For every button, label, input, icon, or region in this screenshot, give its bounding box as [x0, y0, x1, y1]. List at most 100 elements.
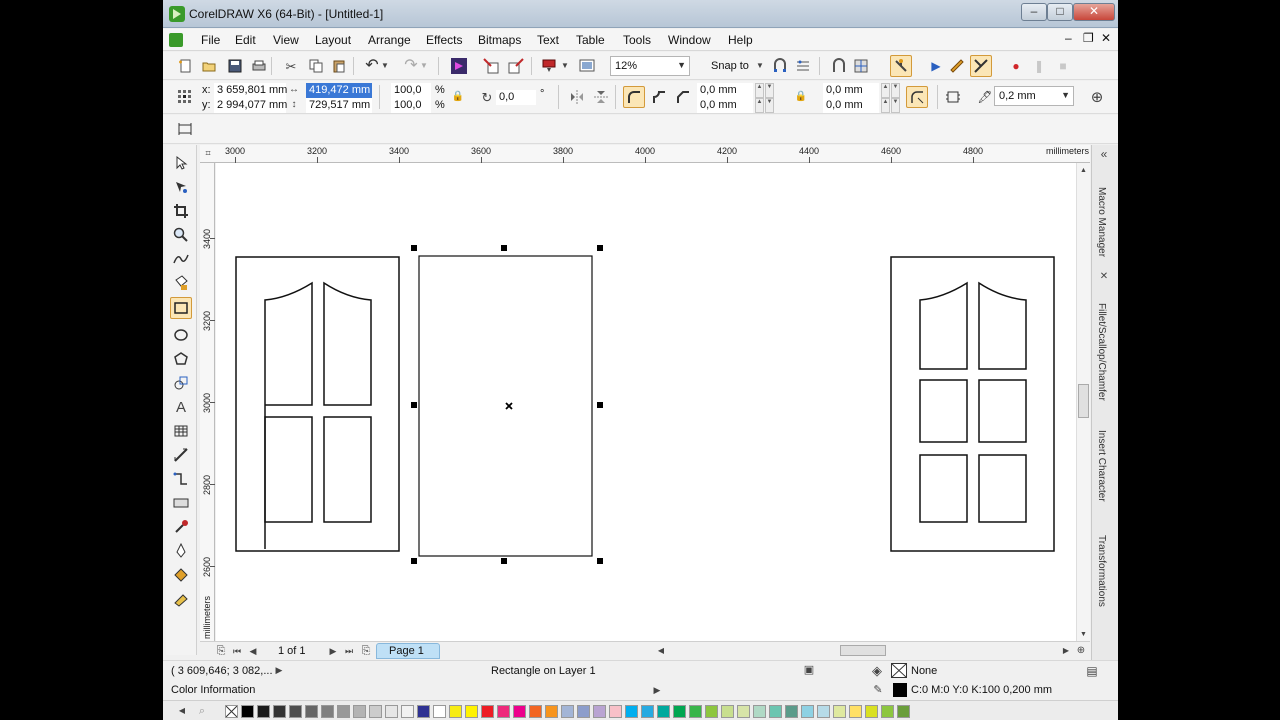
horizontal-scroll-thumb[interactable] [840, 645, 886, 656]
color-swatch[interactable] [417, 705, 430, 718]
coreldraw-app-icon[interactable] [169, 6, 185, 22]
horizontal-ruler[interactable]: ⌗ 3000 3200 3400 3600 3800 4000 4200 440… [200, 145, 1090, 163]
color-swatch[interactable] [369, 705, 382, 718]
freehand-tool-icon[interactable] [171, 249, 191, 269]
corner-radius-top-right[interactable]: 0,0 mm [823, 83, 879, 98]
menu-view[interactable]: View [273, 33, 299, 47]
macro-editor-icon[interactable] [947, 56, 967, 76]
mirror-horizontal-icon[interactable] [567, 87, 587, 107]
color-swatch[interactable] [273, 705, 286, 718]
stop-macro-icon[interactable]: ■ [1053, 56, 1073, 76]
color-swatch[interactable] [401, 705, 414, 718]
scroll-down-icon[interactable]: ▼ [1077, 627, 1090, 641]
eyedropper-tool-icon[interactable] [171, 517, 191, 537]
outline-color-swatch[interactable] [893, 683, 907, 697]
color-swatch[interactable] [545, 705, 558, 718]
doc-restore-button[interactable]: ❐ [1083, 31, 1094, 45]
minimize-button[interactable]: – [1021, 3, 1047, 21]
redo-dropdown-icon[interactable]: ▼ [418, 56, 430, 76]
undo-dropdown-icon[interactable]: ▼ [379, 56, 391, 76]
menu-arrange[interactable]: Arrange [368, 33, 411, 47]
first-page-icon[interactable]: ⏮ [230, 642, 244, 660]
spin-down-icon[interactable]: ▼ [765, 98, 774, 113]
polygon-tool-icon[interactable] [171, 349, 191, 369]
color-swatch[interactable] [385, 705, 398, 718]
spin-up-icon[interactable]: ▲ [881, 83, 890, 98]
palette-scroll-left-icon[interactable]: ◀ [175, 703, 189, 719]
spin-down-icon[interactable]: ▼ [891, 98, 900, 113]
color-swatch[interactable] [753, 705, 766, 718]
macro-manager-icon[interactable] [970, 55, 992, 77]
crop-tool-icon[interactable] [171, 201, 191, 221]
spin-down-icon[interactable]: ▼ [765, 83, 774, 98]
mirror-vertical-icon[interactable] [591, 87, 611, 107]
add-page-after-icon[interactable]: ⎘ [358, 642, 374, 660]
y-position-field[interactable]: 2 994,077 mm [214, 98, 287, 113]
add-page-before-icon[interactable]: ⎘ [213, 642, 229, 660]
color-swatch[interactable] [289, 705, 302, 718]
vertical-ruler[interactable]: 3400 3200 3000 2800 2600 millimeters [200, 163, 215, 641]
color-swatch[interactable] [833, 705, 846, 718]
interactive-fill-tool-icon[interactable] [171, 589, 191, 609]
corner-radius-bottom-right[interactable]: 0,0 mm [823, 98, 879, 113]
close-button[interactable]: ✕ [1073, 3, 1115, 21]
no-fill-swatch[interactable] [891, 663, 907, 678]
ruler-origin-icon[interactable]: ⌗ [201, 146, 215, 160]
collapse-dockers-icon[interactable]: « [1096, 147, 1112, 161]
status-icon[interactable]: ▣ [801, 662, 817, 678]
color-swatch[interactable] [241, 705, 254, 718]
color-swatch[interactable] [513, 705, 526, 718]
scroll-up-icon[interactable]: ▲ [1077, 163, 1090, 177]
color-swatch[interactable] [337, 705, 350, 718]
snap-options-icon[interactable] [770, 56, 790, 76]
vertical-scroll-thumb[interactable] [1078, 384, 1089, 418]
print-icon[interactable] [249, 56, 269, 76]
color-swatch[interactable] [465, 705, 478, 718]
color-swatch[interactable] [561, 705, 574, 718]
outline-width-select[interactable]: 0,2 mm ▼ [994, 86, 1074, 106]
navigator-zoom-icon[interactable]: ⊕ [1074, 642, 1088, 660]
copy-icon[interactable] [306, 56, 326, 76]
door-right[interactable] [890, 256, 1055, 552]
convert-to-curves-icon[interactable]: ⊕ [1087, 87, 1107, 107]
maximize-button[interactable]: □ [1047, 3, 1073, 21]
lock-corners-icon[interactable]: 🔒 [791, 87, 811, 107]
smart-fill-tool-icon[interactable] [171, 273, 191, 293]
eyedropper-icon[interactable]: ⌕ [195, 703, 209, 719]
corner-radius-bottom-left[interactable]: 0,0 mm [697, 98, 753, 113]
color-swatch[interactable] [721, 705, 734, 718]
page-tab[interactable]: Page 1 [376, 643, 440, 659]
round-corner-icon[interactable] [623, 86, 645, 108]
height-field[interactable]: 729,517 mm [306, 98, 372, 113]
no-color-swatch[interactable] [225, 705, 238, 718]
basic-shapes-tool-icon[interactable] [171, 373, 191, 393]
import-icon[interactable] [481, 56, 501, 76]
cut-icon[interactable]: ✂ [281, 56, 301, 76]
color-swatch[interactable] [257, 705, 270, 718]
full-screen-preview-icon[interactable] [577, 56, 597, 76]
color-swatch[interactable] [769, 705, 782, 718]
width-field[interactable]: 419,472 mm [306, 83, 372, 98]
docker-tab-insert-character[interactable]: Insert Character [1096, 430, 1107, 502]
door-left[interactable] [235, 256, 400, 552]
blend-tool-icon[interactable] [171, 493, 191, 513]
docker-close-icon[interactable]: ✕ [1097, 270, 1111, 284]
pause-macro-icon[interactable]: ❚ [1029, 56, 1049, 76]
corner-radius-top-left[interactable]: 0,0 mm [697, 83, 753, 98]
wrap-text-icon[interactable] [943, 87, 963, 107]
document-menu-icon[interactable] [169, 33, 183, 47]
snap-to-dropdown-icon[interactable]: ▼ [754, 56, 766, 76]
color-swatch[interactable] [737, 705, 750, 718]
table-tool-icon[interactable] [171, 421, 191, 441]
spin-up-icon[interactable]: ▲ [755, 83, 764, 98]
color-swatch[interactable] [593, 705, 606, 718]
alignment-guides-icon[interactable] [793, 56, 813, 76]
ellipse-tool-icon[interactable] [171, 325, 191, 345]
color-swatch[interactable] [849, 705, 862, 718]
spin-up-icon[interactable]: ▲ [755, 98, 764, 113]
page-frame-icon[interactable] [175, 119, 195, 139]
docker-tab-macro-manager[interactable]: Macro Manager [1096, 187, 1107, 257]
options-icon[interactable] [890, 55, 912, 77]
color-swatch[interactable] [497, 705, 510, 718]
scale-y-field[interactable]: 100,0 [391, 98, 431, 113]
